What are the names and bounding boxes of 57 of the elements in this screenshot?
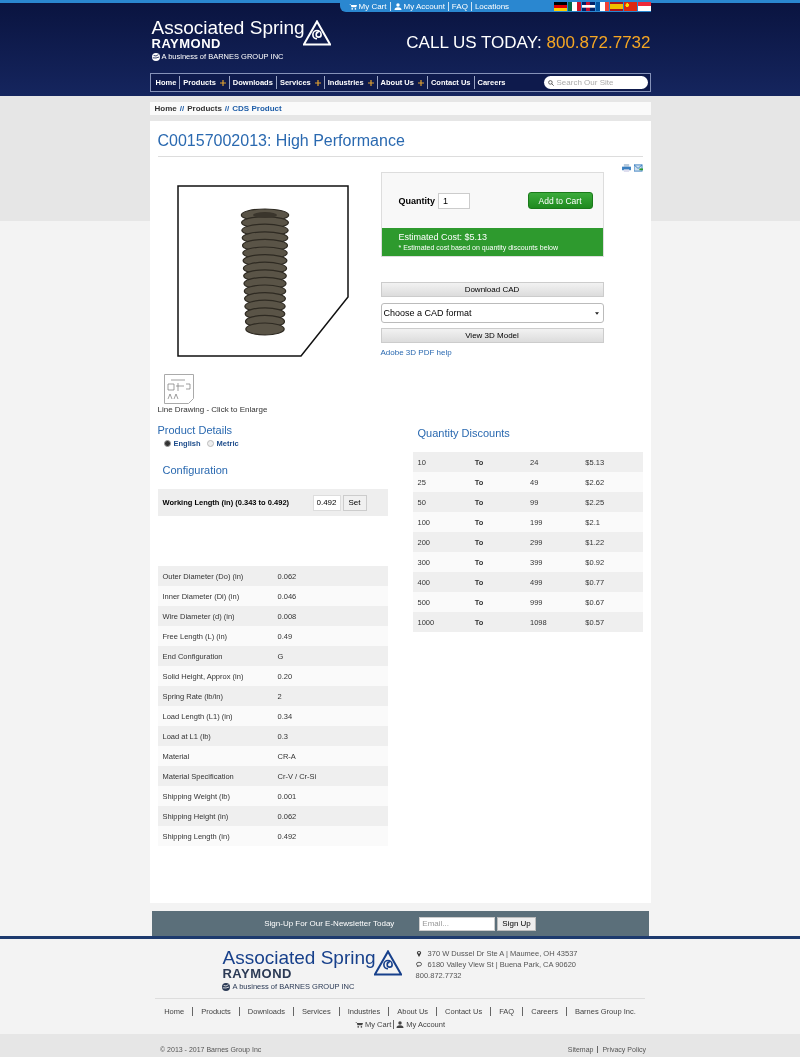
product-details-heading: Product Details <box>157 424 234 437</box>
cart-icon <box>355 1021 363 1028</box>
email-input[interactable]: Email... <box>419 916 496 931</box>
flag-icon[interactable] <box>553 1 567 11</box>
quantity-input[interactable]: 1 <box>438 192 470 209</box>
breadcrumb-separator: // <box>224 104 230 113</box>
triangle-spiral-icon <box>373 950 402 976</box>
cart-link[interactable]: My Cart <box>345 1 390 11</box>
breadcrumb-link[interactable]: Products <box>187 104 222 113</box>
location-pin-icon <box>415 950 422 957</box>
product-title: C00157002013: High Performance <box>157 131 643 157</box>
download-cad-button[interactable]: Download CAD <box>380 282 604 297</box>
plus-icon <box>314 79 321 86</box>
working-length-input[interactable]: 0.492 <box>312 494 341 511</box>
breadcrumb-link[interactable]: CDS Product <box>232 104 282 113</box>
logo-name: Associated Spring <box>151 18 305 37</box>
add-to-cart-button[interactable]: Add to Cart <box>527 192 593 209</box>
faq-link[interactable]: FAQ <box>447 1 471 11</box>
view-3d-button[interactable]: View 3D Model <box>380 328 604 343</box>
pdf-help-link[interactable]: Adobe 3D PDF help <box>380 348 452 357</box>
line-drawing-thumbnail[interactable] <box>163 374 194 404</box>
newsletter-text: Sign-Up For Our E-Newsletter Today <box>264 919 395 928</box>
logo-subname: RAYMOND <box>151 37 222 50</box>
flag-icon[interactable] <box>595 1 609 11</box>
globe-icon <box>222 982 231 991</box>
printer-icon[interactable] <box>621 164 631 172</box>
phone-number: 800.872.7732 <box>546 33 651 52</box>
plus-icon <box>417 79 424 86</box>
person-icon <box>393 2 402 10</box>
caret-icon <box>594 311 599 315</box>
locations-link[interactable]: Locations <box>470 1 513 11</box>
globe-icon <box>151 52 160 61</box>
plus-icon <box>367 79 374 86</box>
breadcrumb-separator: // <box>179 104 185 113</box>
set-button[interactable]: Set <box>342 494 367 511</box>
search-icon <box>547 79 554 86</box>
plus-icon <box>219 79 226 86</box>
estimated-cost: Estimated Cost: $5.13 <box>398 232 489 243</box>
quantity-discounts-heading: Quantity Discounts <box>417 427 511 440</box>
account-link[interactable]: My Account <box>389 1 448 11</box>
speech-bubble-icon <box>415 961 422 968</box>
triangle-spiral-icon <box>302 20 331 46</box>
cad-format-select[interactable]: Choose a CAD format <box>380 303 604 323</box>
call-label: CALL US TODAY: <box>406 33 542 52</box>
configuration-heading: Configuration <box>162 464 229 477</box>
sign-up-button[interactable]: Sign Up <box>497 916 536 931</box>
line-drawing-caption[interactable]: Line Drawing - Click to Enlarge <box>157 405 268 414</box>
flag-icon[interactable] <box>581 1 595 11</box>
breadcrumb-link[interactable]: Home <box>154 104 177 113</box>
quantity-label: Quantity <box>398 195 435 206</box>
cart-icon <box>348 2 357 10</box>
flag-icon[interactable] <box>567 1 581 11</box>
search-field[interactable]: Search Our Site <box>543 76 648 89</box>
logo-subname: RAYMOND <box>222 967 293 980</box>
person-icon <box>396 1021 405 1028</box>
email-icon[interactable] <box>633 164 643 172</box>
logo-name: Associated Spring <box>222 948 376 967</box>
